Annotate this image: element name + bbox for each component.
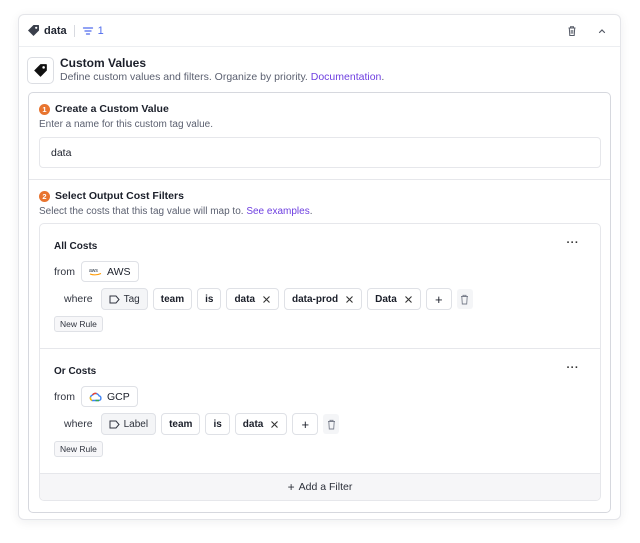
divider: [29, 179, 610, 180]
tag-icon: [27, 57, 54, 84]
source-row: from aws AWS: [54, 261, 139, 282]
where-label: where: [64, 293, 93, 305]
rule-row: where Label team is data +: [64, 413, 340, 435]
group-title: All Costs: [54, 241, 98, 252]
key-type-chip[interactable]: Tag: [100, 288, 148, 310]
form-panel: 1 Create a Custom Value Enter a name for…: [28, 92, 611, 513]
step-number-badge: 2: [39, 190, 50, 202]
trash-icon[interactable]: [323, 414, 340, 434]
add-value-button[interactable]: +: [425, 288, 452, 310]
rule-row: where Tag team is data data-prod Data +: [64, 288, 473, 310]
source-selector[interactable]: aws AWS: [81, 261, 139, 282]
header-divider: [73, 24, 75, 37]
section-description: Define custom values and filters. Organi…: [60, 71, 385, 83]
value-chip[interactable]: data-prod: [284, 288, 363, 310]
group-title: Or Costs: [54, 366, 97, 377]
operator-chip[interactable]: is: [205, 413, 230, 435]
section-title: Custom Values: [60, 56, 147, 70]
value-chip[interactable]: data: [234, 413, 288, 435]
from-label: from: [54, 390, 75, 403]
custom-value-card: data 1 Custom Values Define custom value…: [18, 14, 621, 520]
aws-logo-icon: aws: [89, 268, 102, 276]
gcp-logo-icon: [89, 392, 102, 401]
close-icon[interactable]: [270, 420, 279, 429]
cost-filters-box: All Costs ··· from aws AWS where Tag tea…: [39, 223, 601, 501]
more-options-icon[interactable]: ···: [567, 237, 580, 249]
close-icon[interactable]: [262, 295, 271, 304]
new-rule-button[interactable]: New Rule: [54, 316, 103, 332]
operator-chip[interactable]: is: [197, 288, 222, 310]
documentation-link[interactable]: Documentation: [311, 71, 382, 83]
add-filter-button[interactable]: + Add a Filter: [40, 473, 600, 500]
see-examples-link[interactable]: See examples: [246, 206, 309, 217]
key-type-chip[interactable]: Label: [100, 413, 157, 435]
card-header[interactable]: data 1: [19, 15, 620, 47]
source-name: AWS: [107, 265, 131, 278]
tag-outline-icon: [109, 420, 120, 428]
chevron-up-icon[interactable]: [596, 25, 608, 37]
step-description: Select the costs that this tag value wil…: [39, 206, 313, 217]
plus-icon: +: [287, 480, 295, 494]
source-name: GCP: [107, 390, 130, 403]
filter-group: Or Costs ··· from GCP where Label team i…: [40, 349, 600, 473]
where-label: where: [64, 418, 93, 430]
custom-value-input[interactable]: data: [39, 137, 601, 168]
tag-icon: [27, 24, 40, 37]
step-number-badge: 1: [39, 103, 50, 115]
value-chip[interactable]: Data: [367, 288, 421, 310]
tag-outline-icon: [109, 295, 120, 303]
filter-group: All Costs ··· from aws AWS where Tag tea…: [40, 224, 600, 348]
tag-name: data: [44, 24, 67, 37]
more-options-icon[interactable]: ···: [567, 362, 580, 374]
step-1-heading: 1 Create a Custom Value: [39, 103, 169, 115]
section-header: Custom Values Define custom values and f…: [27, 55, 612, 95]
filter-count: 1: [97, 24, 104, 37]
key-chip[interactable]: team: [152, 288, 193, 310]
step-title: Create a Custom Value: [55, 103, 169, 115]
step-title: Select Output Cost Filters: [55, 190, 184, 202]
trash-icon[interactable]: [566, 25, 578, 37]
from-label: from: [54, 265, 75, 278]
trash-icon[interactable]: [456, 289, 473, 309]
close-icon[interactable]: [345, 295, 354, 304]
value-chip[interactable]: data: [226, 288, 279, 310]
close-icon[interactable]: [404, 295, 413, 304]
step-description: Enter a name for this custom tag value.: [39, 119, 213, 130]
key-chip[interactable]: team: [161, 413, 201, 435]
add-value-button[interactable]: +: [292, 413, 319, 435]
svg-text:aws: aws: [89, 268, 98, 274]
filter-icon: [82, 25, 94, 37]
source-selector[interactable]: GCP: [81, 386, 138, 407]
source-row: from GCP: [54, 386, 138, 407]
new-rule-button[interactable]: New Rule: [54, 441, 103, 457]
step-2-heading: 2 Select Output Cost Filters: [39, 190, 184, 202]
